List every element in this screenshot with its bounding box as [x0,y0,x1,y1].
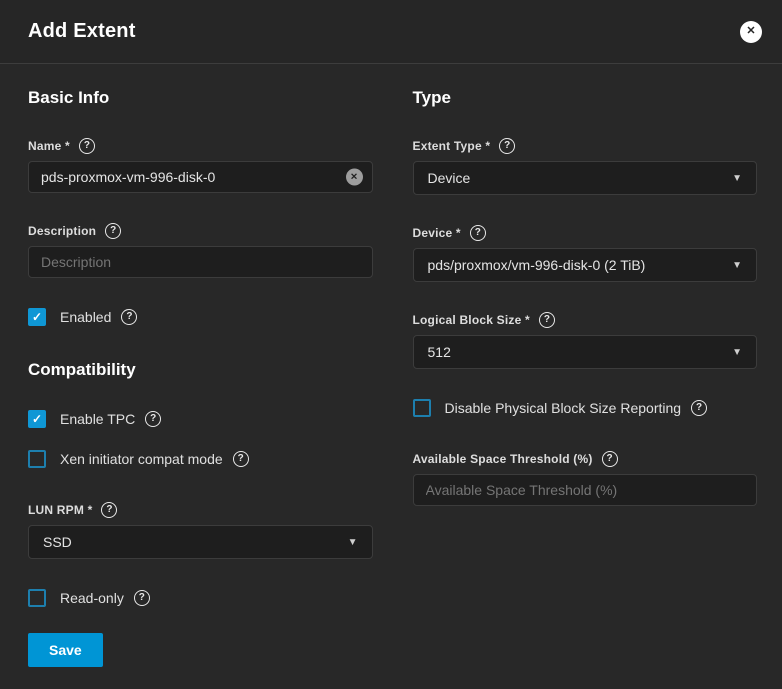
check-icon: ✓ [31,310,43,324]
disable-physical-block-size-checkbox[interactable]: ✓ [412,399,431,417]
clear-icon[interactable]: ✕ [345,168,363,186]
help-icon[interactable]: ? [232,451,249,467]
description-label-row: Description ? [28,223,373,239]
help-icon[interactable]: ? [499,138,516,154]
close-icon[interactable]: ✕ [740,20,762,43]
read-only-checkbox-label: Read-only [60,590,124,606]
extent-type-field-group: Extent Type * ? Device ▼ [412,138,758,195]
enable-tpc-checkbox-label: Enable TPC [60,411,136,427]
name-input-wrap: ✕ [28,161,373,193]
help-icon[interactable]: ? [78,138,95,154]
name-input[interactable] [28,161,373,193]
enable-tpc-checkbox-row[interactable]: ✓ Enable TPC ? [28,410,373,428]
enabled-checkbox-label: Enabled [60,309,112,325]
help-icon[interactable]: ? [121,309,138,325]
available-space-threshold-label: Available Space Threshold (%) [412,452,593,466]
chevron-down-icon: ▼ [732,259,742,271]
help-icon[interactable]: ? [469,225,486,241]
dialog-body: Basic Info Name * ? ✕ Description ? ✓ [0,64,782,667]
left-column: Basic Info Name * ? ✕ Description ? ✓ [28,88,373,667]
lun-rpm-field-group: LUN RPM * ? SSD ▼ [28,502,373,559]
disable-physical-block-size-checkbox-row[interactable]: ✓ Disable Physical Block Size Reporting … [412,399,758,417]
read-only-checkbox[interactable]: ✓ [28,589,46,607]
enabled-checkbox[interactable]: ✓ [28,308,46,326]
help-icon[interactable]: ? [691,400,708,416]
available-space-threshold-input[interactable] [412,474,757,506]
xen-compat-checkbox-row[interactable]: ✓ Xen initiator compat mode ? [28,450,373,468]
check-icon: ✓ [31,412,43,426]
help-icon[interactable]: ? [538,312,555,328]
help-icon[interactable]: ? [133,590,150,606]
extent-type-label-row: Extent Type * ? [413,138,758,154]
device-label: Device * [412,226,461,240]
description-field-group: Description ? [28,223,373,278]
help-icon[interactable]: ? [601,451,618,467]
dialog-header: Add Extent ✕ [0,0,782,64]
enabled-checkbox-row[interactable]: ✓ Enabled ? [28,308,373,326]
name-label-row: Name * ? [28,138,373,154]
save-button[interactable]: Save [28,633,103,667]
chevron-down-icon: ▼ [347,536,358,548]
description-label: Description [28,224,97,238]
read-only-checkbox-row[interactable]: ✓ Read-only ? [28,589,373,607]
enable-tpc-checkbox[interactable]: ✓ [28,410,46,428]
logical-block-size-label-row: Logical Block Size * ? [413,312,758,328]
lun-rpm-label-row: LUN RPM * ? [28,502,373,518]
description-input[interactable] [28,246,373,278]
extent-type-select[interactable]: Device ▼ [412,161,757,195]
xen-compat-checkbox[interactable]: ✓ [28,450,46,468]
lun-rpm-select-value: SSD [43,534,72,550]
device-select-value: pds/proxmox/vm-996-disk-0 (2 TiB) [427,257,646,273]
extent-type-label: Extent Type * [412,139,491,153]
xen-compat-checkbox-label: Xen initiator compat mode [60,451,223,467]
section-heading-compatibility: Compatibility [28,360,136,379]
logical-block-size-label: Logical Block Size * [412,313,530,327]
available-space-threshold-input-wrap [412,474,757,506]
device-label-row: Device * ? [413,225,758,241]
name-field-group: Name * ? ✕ [28,138,373,193]
disable-physical-block-size-checkbox-label: Disable Physical Block Size Reporting [444,400,682,416]
help-icon[interactable]: ? [145,411,162,427]
section-heading-type: Type [412,88,451,107]
name-label: Name * [28,139,70,153]
lun-rpm-label: LUN RPM * [28,503,93,517]
available-space-threshold-field-group: Available Space Threshold (%) ? [412,451,758,506]
logical-block-size-select-value: 512 [427,344,451,360]
right-column: Type Extent Type * ? Device ▼ Device * ?… [412,88,758,667]
logical-block-size-select[interactable]: 512 ▼ [412,335,757,369]
available-space-threshold-label-row: Available Space Threshold (%) ? [413,451,758,467]
help-icon[interactable]: ? [101,502,118,518]
description-input-wrap [28,246,373,278]
help-icon[interactable]: ? [105,223,122,239]
dialog-title: Add Extent [28,20,136,42]
device-select[interactable]: pds/proxmox/vm-996-disk-0 (2 TiB) ▼ [412,248,757,282]
chevron-down-icon: ▼ [732,172,742,184]
lun-rpm-select[interactable]: SSD ▼ [28,525,373,559]
device-field-group: Device * ? pds/proxmox/vm-996-disk-0 (2 … [412,225,758,282]
logical-block-size-field-group: Logical Block Size * ? 512 ▼ [412,312,758,369]
extent-type-select-value: Device [427,170,471,186]
chevron-down-icon: ▼ [732,346,742,358]
section-heading-basic-info: Basic Info [28,88,110,107]
